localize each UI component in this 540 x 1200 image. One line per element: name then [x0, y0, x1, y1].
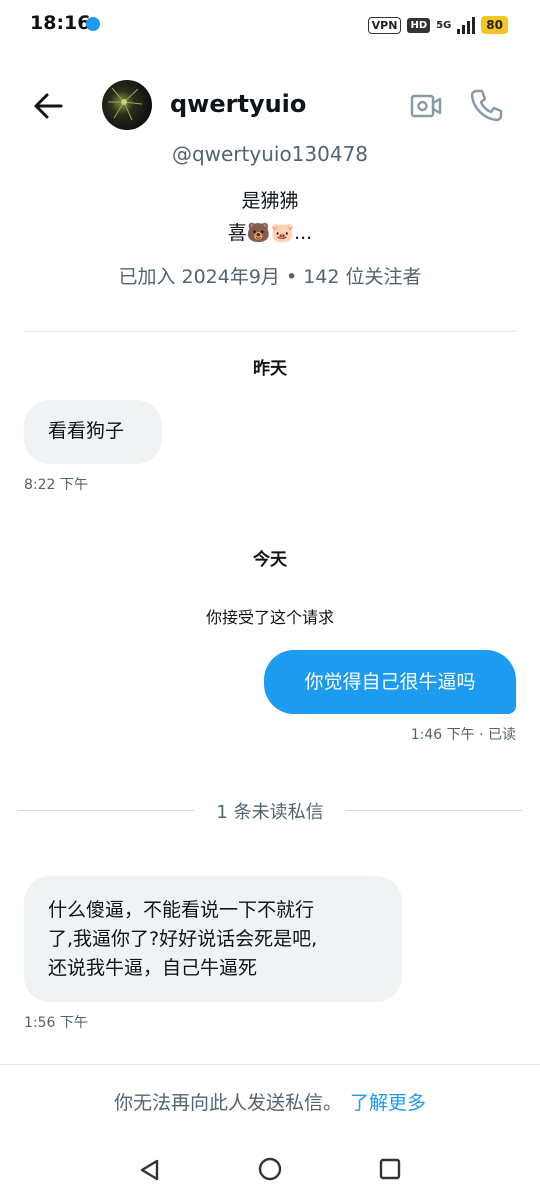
date-separator-today: 今天	[253, 550, 287, 570]
outgoing-message-bubble[interactable]: 你觉得自己很牛逼吗	[264, 650, 516, 714]
arrow-left-icon	[34, 93, 63, 119]
message-text-line: 还说我牛逼，自己牛逼死	[48, 957, 258, 979]
nav-recents-button[interactable]	[379, 1158, 401, 1180]
voice-call-button[interactable]	[468, 86, 506, 124]
status-bar: 18:16 VPN HD 5G 80	[0, 0, 540, 52]
nav-back-button[interactable]	[138, 1158, 162, 1182]
profile-bio-line1: 是狒狒	[241, 190, 299, 212]
divider	[24, 331, 516, 332]
hd-badge: HD	[407, 17, 431, 33]
avatar[interactable]	[102, 80, 152, 130]
profile-meta: 已加入 2024年9月 • 142 位关注者	[118, 266, 422, 288]
conversation-header: qwertyuio	[0, 70, 540, 140]
system-navigation-bar	[0, 1140, 540, 1200]
video-camera-icon	[410, 94, 442, 118]
request-accepted-notice: 你接受了这个请求	[205, 608, 334, 627]
phone-icon	[470, 89, 503, 122]
avatar-firework-image	[108, 87, 143, 121]
profile-handle: @qwertyuio130478	[171, 142, 369, 166]
square-recents-icon	[379, 1158, 401, 1180]
learn-more-link[interactable]: 了解更多	[350, 1092, 426, 1114]
network-type: 5G	[436, 19, 452, 31]
triangle-back-icon	[140, 1159, 159, 1181]
message-text: 你觉得自己很牛逼吗	[304, 671, 476, 693]
unread-divider-line-right	[346, 810, 522, 811]
incoming-message-bubble[interactable]: 看看狗子	[24, 400, 162, 464]
incoming-message-bubble[interactable]: 什么傻逼，不能看说一下不就行 了,我逼你了?好好说话会死是吧, 还说我牛逼，自己…	[24, 876, 402, 1002]
signal-icon	[457, 16, 476, 34]
unread-divider: 1 条未读私信	[216, 802, 324, 823]
message-timestamp: 1:56 下午	[24, 1015, 88, 1031]
back-button[interactable]	[28, 86, 68, 126]
dm-conversation-screen: 18:16 VPN HD 5G 80 qwertyuio @qwertyuio1…	[0, 0, 540, 1200]
status-indicators: VPN HD 5G 80	[367, 14, 508, 36]
divider	[0, 1064, 540, 1065]
cannot-message-text: 你无法再向此人发送私信。	[113, 1092, 342, 1114]
message-text: 看看狗子	[48, 420, 125, 442]
message-text-line: 什么傻逼，不能看说一下不就行	[48, 899, 315, 921]
message-text-line: 了,我逼你了?好好说话会死是吧,	[48, 928, 318, 950]
video-call-button[interactable]	[408, 88, 444, 124]
message-timestamp-read: 1:46 下午 · 已读	[410, 727, 516, 743]
status-time: 18:16	[30, 12, 91, 34]
cannot-message-notice: 你无法再向此人发送私信。 了解更多	[0, 1088, 540, 1115]
profile-bio-line2: 喜🐻🐷...	[227, 222, 313, 244]
nav-home-button[interactable]	[258, 1157, 282, 1181]
contact-name[interactable]: qwertyuio	[170, 90, 306, 118]
app-notification-icon	[86, 17, 100, 31]
circle-home-icon	[258, 1157, 282, 1181]
message-timestamp: 8:22 下午	[24, 477, 88, 493]
battery-icon: 80	[481, 16, 508, 34]
date-separator-yesterday: 昨天	[253, 359, 287, 379]
vpn-badge: VPN	[367, 16, 402, 34]
